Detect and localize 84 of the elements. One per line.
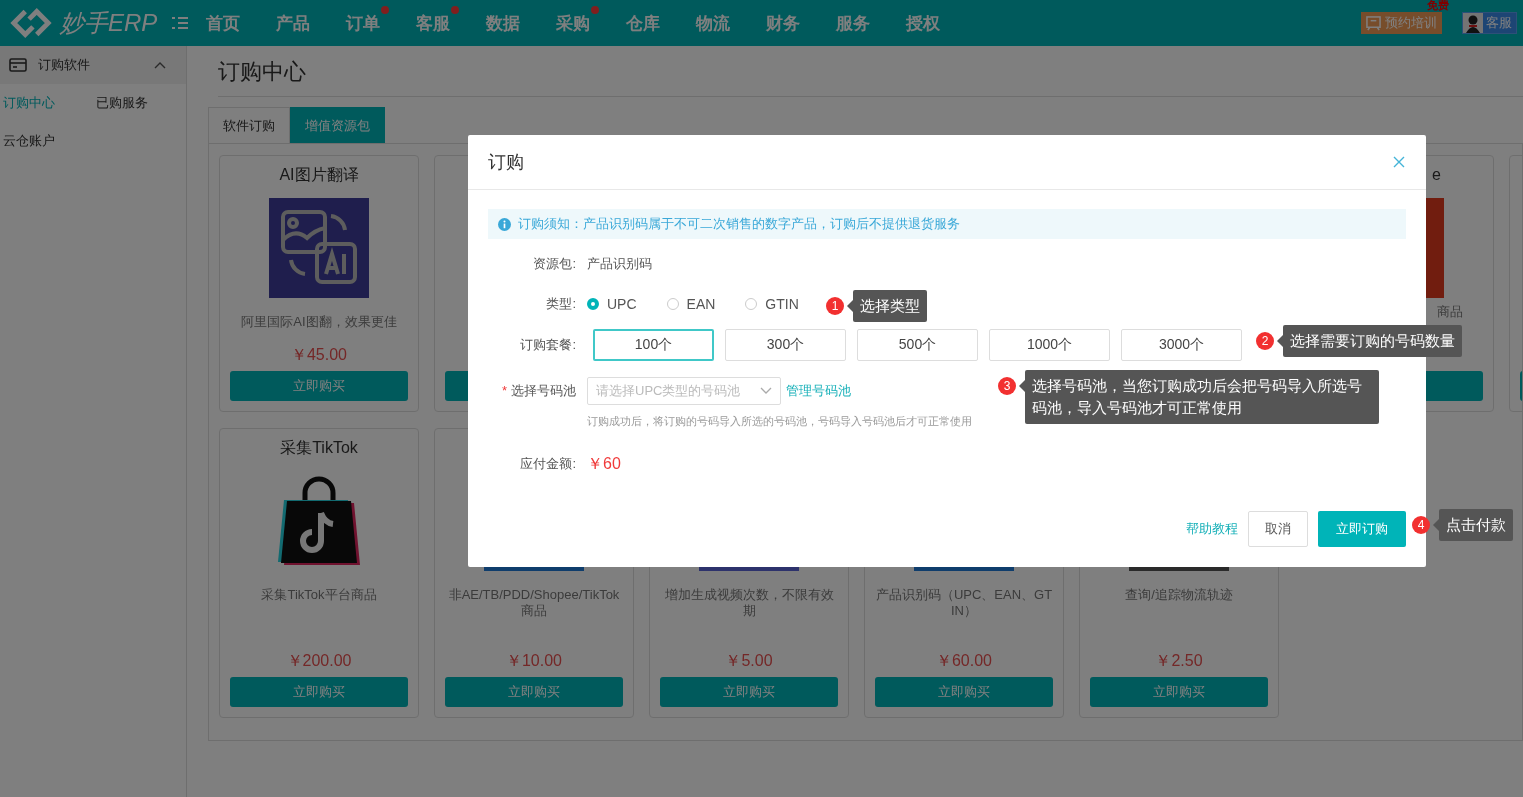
info-icon — [498, 217, 511, 231]
dialog-title: 订购 — [488, 151, 524, 174]
sidebar-group-header[interactable]: 订购软件 — [0, 46, 186, 84]
chat-icon — [1366, 15, 1381, 31]
price: ￥60.00 — [935, 651, 992, 671]
price: ￥2.50 — [1155, 651, 1203, 671]
required-mark: * — [501, 383, 507, 398]
nav-link[interactable]: 仓库 — [626, 13, 660, 33]
sidebar-item[interactable]: 订购中心 — [0, 94, 93, 112]
tooltip: 选择号码池，当您订购成功后会把号码导入所选号码池，导入号码池才可正常使用 — [1025, 370, 1379, 424]
card-description: 产品识别码（UPC、EAN、GTIN） — [875, 587, 1053, 619]
support-button[interactable]: 客服 — [1462, 12, 1517, 34]
card-title: AI图片翻译 — [279, 165, 359, 185]
package-option[interactable]: 500个 — [857, 329, 978, 361]
manage-pool-link[interactable]: 管理号码池 — [786, 382, 851, 400]
tooltip: 点击付款 — [1439, 509, 1513, 541]
order-button[interactable]: 立即订购 — [1318, 511, 1406, 547]
training-button[interactable]: 预约培训 — [1361, 12, 1442, 34]
help-link[interactable]: 帮助教程 — [1186, 520, 1238, 538]
sidebar-item[interactable]: 云仓账户 — [0, 132, 97, 150]
package-option[interactable]: 300个 — [725, 329, 846, 361]
nav-link[interactable]: 采购 — [556, 13, 590, 33]
tab[interactable]: 增值资源包 — [290, 107, 385, 143]
card-description: 阿里国际AI图翻，效果更佳 — [241, 314, 397, 330]
free-tag: 免费 — [1427, 0, 1449, 13]
field-label: 选择号码池 — [511, 383, 576, 398]
nav-link[interactable]: 客服 — [416, 13, 450, 33]
field-label: 订购套餐: — [519, 336, 576, 354]
card-description: 商品 — [1437, 304, 1463, 320]
buy-button[interactable]: 立即购买 — [875, 677, 1053, 707]
price: ￥10.00 — [505, 651, 562, 671]
amount-value: ￥60 — [587, 453, 621, 474]
step-number: 4 — [1412, 516, 1430, 534]
resource-name: 产品识别码 — [587, 255, 652, 273]
package-option[interactable]: 1000个 — [989, 329, 1110, 361]
close-icon[interactable] — [1393, 156, 1405, 168]
buy-button[interactable]: 立即购买 — [230, 371, 408, 401]
chevron-down-icon — [760, 387, 772, 395]
field-label: 资源包: — [532, 255, 576, 273]
radio-button[interactable] — [587, 298, 599, 310]
price: ￥45.00 — [290, 345, 347, 365]
logo-icon — [8, 7, 54, 39]
price: ￥200.00 — [286, 651, 352, 671]
price: ￥5.00 — [725, 651, 773, 671]
pool-select[interactable]: 请选择UPC类型的号码池 — [587, 377, 781, 405]
card-title: e — [1432, 165, 1441, 185]
radio-label: UPC — [607, 296, 637, 312]
caret-icon — [154, 61, 166, 69]
nav-link[interactable]: 首页 — [206, 13, 240, 33]
package-option[interactable]: 3000个 — [1121, 329, 1242, 361]
nav-link[interactable]: 服务 — [836, 13, 870, 33]
nav-link[interactable]: 数据 — [486, 13, 520, 33]
tab[interactable]: 软件订购 — [208, 107, 290, 143]
sidebar-item[interactable]: 已购服务 — [93, 94, 186, 112]
nav-link[interactable]: 财务 — [766, 13, 800, 33]
buy-button[interactable]: 立即购买 — [1090, 677, 1268, 707]
card-description: 增加生成视频次数，不限有效期 — [663, 587, 835, 619]
tooltip: 选择需要订购的号码数量 — [1283, 325, 1462, 357]
card-description: 非AE/TB/PDD/Shopee/TikTok商品 — [447, 587, 621, 619]
nav-link[interactable]: 授权 — [906, 13, 940, 33]
nav-link[interactable]: 订单 — [346, 13, 380, 33]
nav-link[interactable]: 物流 — [696, 13, 730, 33]
logo-text: 妙手ERP — [60, 8, 158, 38]
field-label: 类型: — [545, 295, 576, 313]
radio-label: EAN — [686, 296, 716, 312]
package-option[interactable]: 100个 — [593, 329, 714, 361]
menu-icon[interactable] — [172, 16, 188, 30]
buy-button[interactable]: 立即购买 — [230, 677, 408, 707]
page-title: 订购中心 — [218, 46, 1523, 97]
notice-text: 订购须知：产品识别码属于不可二次销售的数字产品，订购后不提供退货服务 — [518, 215, 960, 233]
tooltip: 选择类型 — [853, 290, 927, 322]
nav-link[interactable]: 产品 — [276, 13, 310, 33]
credit-card-icon — [9, 58, 27, 72]
field-label: 应付金额: — [519, 455, 576, 473]
avatar-icon — [1463, 13, 1483, 33]
buy-button[interactable]: 立即购买 — [660, 677, 838, 707]
card-title: 采集TikTok — [280, 438, 358, 458]
hint-text: 订购成功后，将订购的号码导入所选的号码池，号码导入号码池后才可正常使用 — [587, 414, 972, 429]
card-description: 采集TikTok平台商品 — [261, 587, 377, 603]
buy-button[interactable]: 立即购买 — [445, 677, 623, 707]
radio-label: GTIN — [765, 296, 799, 312]
card-description: 查询/追踪物流轨迹 — [1125, 587, 1233, 603]
cancel-button[interactable]: 取消 — [1248, 511, 1308, 547]
image-ai-icon — [269, 198, 369, 298]
